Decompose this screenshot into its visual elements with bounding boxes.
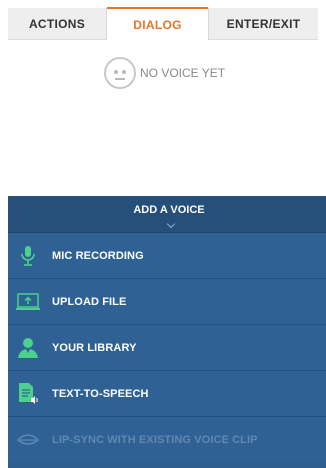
mic-recording-label: MIC RECORDING [52, 249, 144, 262]
upload-file-label: UPLOAD FILE [52, 295, 127, 308]
microphone-icon [16, 244, 40, 268]
no-voice-status: NO VOICE YET [104, 57, 225, 89]
add-voice-title: ADD A VOICE [133, 204, 205, 216]
tab-actions[interactable]: ACTIONS [8, 8, 107, 40]
tab-bar: ACTIONS DIALOG ENTER/EXIT [8, 7, 318, 40]
no-voice-label: NO VOICE YET [140, 66, 226, 80]
text-to-speech-button[interactable]: TEXT-TO-SPEECH [8, 371, 326, 417]
your-library-button[interactable]: YOUR LIBRARY [8, 325, 326, 371]
tab-dialog[interactable]: DIALOG [107, 7, 208, 40]
tab-enter-exit[interactable]: ENTER/EXIT [208, 8, 318, 40]
your-library-label: YOUR LIBRARY [52, 341, 137, 354]
lip-sync-icon [16, 428, 40, 452]
lip-sync-button[interactable]: LIP-SYNC WITH EXISTING VOICE CLIP [8, 417, 326, 463]
text-to-speech-icon [16, 382, 40, 406]
chevron-down-icon [166, 219, 176, 229]
lip-sync-label: LIP-SYNC WITH EXISTING VOICE CLIP [52, 434, 258, 446]
add-voice-header[interactable]: ADD A VOICE [8, 196, 326, 233]
neutral-face-icon [104, 57, 136, 89]
mic-recording-button[interactable]: MIC RECORDING [8, 233, 326, 279]
upload-file-button[interactable]: UPLOAD FILE [8, 279, 326, 325]
text-to-speech-label: TEXT-TO-SPEECH [52, 387, 149, 400]
add-voice-panel: ADD A VOICE MIC RECORDING UPLOAD FILE YO… [8, 196, 326, 468]
upload-icon [16, 290, 40, 314]
user-library-icon [16, 336, 40, 360]
